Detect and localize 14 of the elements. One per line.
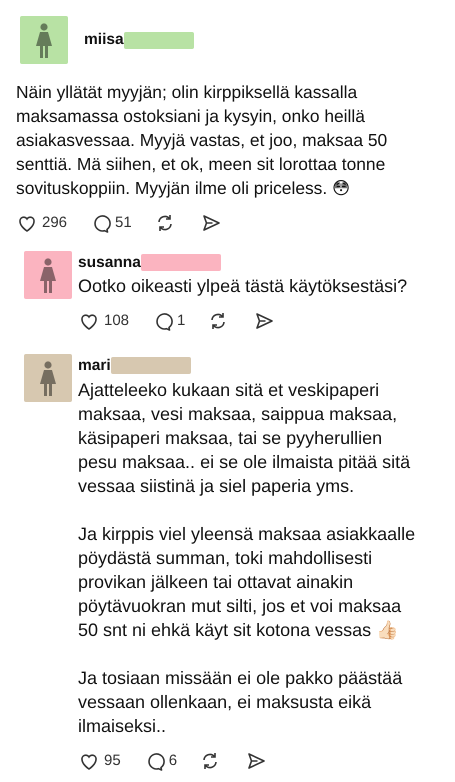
- username: mari: [78, 356, 111, 376]
- post-text: Ja kirppis viel yleensä maksaa asiakkaalle pöydästä summan, toki mahdollisesti provikan jälkeen tai ottavat ainakin pöytävuokran mut silti, jos et voi maksaa 50 snt ni ehkä käyt sit kotona vessas 👍🏻: [78, 522, 416, 642]
- post-text: Ootko oikeasti ylpeä tästä käytöksestäsi?: [78, 274, 408, 298]
- post-text: Ajatteleeko kukaan sitä et veskipaperi maksaa, vesi maksaa, saippua maksaa, käsipaperi maksaa, tai se pyyherullien pesu maksaa.. ei se ole ilmaista pitää sitä vessaa siistinä ja siel paperia yms.: [78, 378, 412, 498]
- like-button[interactable]: 108: [78, 310, 130, 332]
- username: susanna: [78, 252, 141, 272]
- comment-button[interactable]: 1: [151, 310, 186, 332]
- comment-button[interactable]: 51: [89, 212, 132, 234]
- like-button[interactable]: 296: [16, 212, 68, 234]
- username: miisa: [84, 30, 124, 50]
- post-text: Ja tosiaan missään ei ole pakko päästää vessaan ollenkaan, ei maksusta eikä ilmaiseksi..: [78, 666, 404, 738]
- comment-button[interactable]: 6: [142, 750, 178, 772]
- post-text: Näin yllätät myyjän; olin kirppiksellä kassalla maksamassa ostoksiani ja kysyin, onko heillä asiakasvessaa. Myyjä vastas, et joo, maksaa 50 senttiä. Mä siihen, et ok, meen sit lorottaa tonne sovituskoppiin. Myyjän ilme oli priceless. 😳: [16, 81, 388, 200]
- like-button[interactable]: 95: [78, 750, 121, 772]
